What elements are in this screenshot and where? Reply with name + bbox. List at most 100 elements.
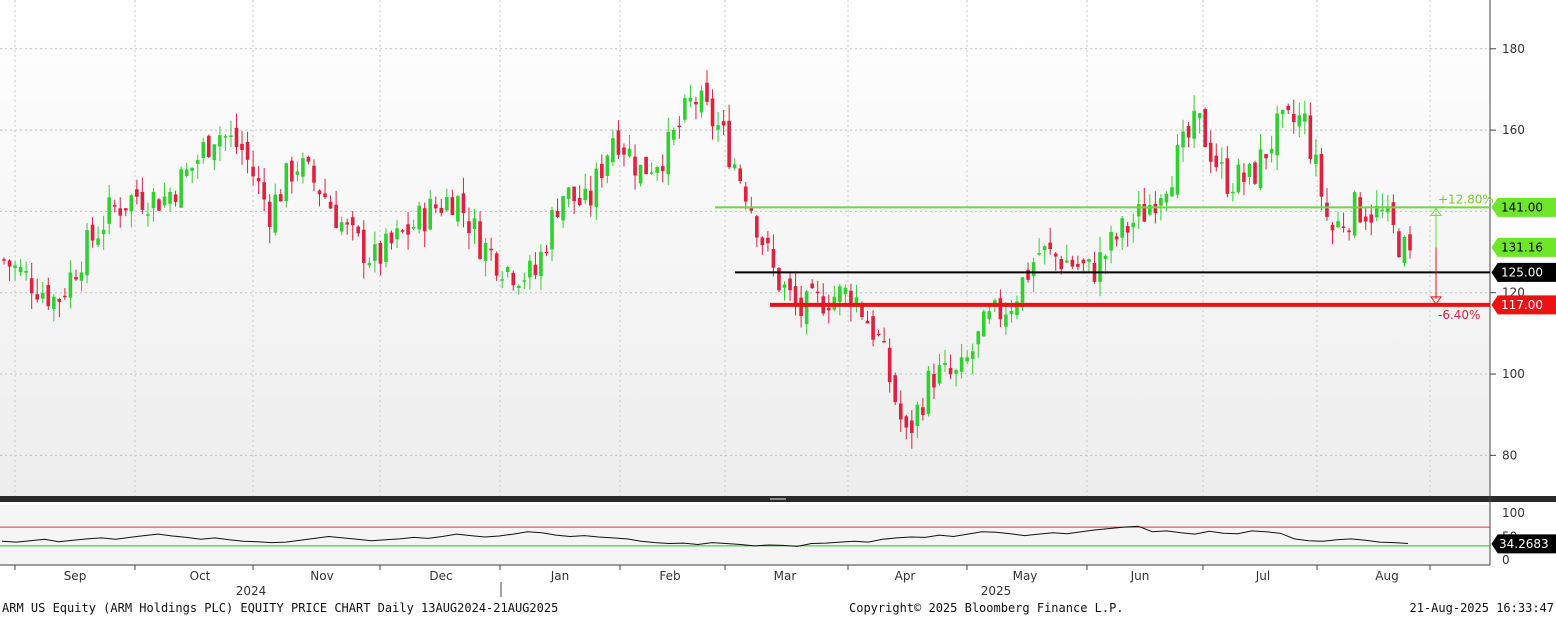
candle-body [2,259,6,261]
candle-body [1402,236,1407,264]
candle-body [1380,209,1385,212]
candle-body [815,291,820,294]
x-month-label: Dec [429,569,452,583]
candle-body [954,370,958,374]
candle-body [400,230,405,232]
candle-body [422,208,427,232]
candle-body [35,294,40,300]
tag-rsi-value: 34.2683 [1499,537,1549,551]
candle-body [212,144,217,161]
candle-body [140,192,145,210]
candle-body [1347,230,1351,233]
y-tick-label: 100 [1502,367,1525,381]
candle-body [1352,192,1357,236]
tag-125: 125.00 [1501,265,1543,279]
candle-body [1242,172,1246,182]
x-month-label: Mar [774,569,797,583]
candle-body [577,197,582,206]
candle-body [40,292,45,299]
candle-body [123,208,128,211]
candle-body [1208,142,1213,162]
candle-body [1009,310,1014,314]
candle-body [1059,258,1064,270]
candle-body [766,237,770,244]
candle-body [1181,131,1185,148]
candle-body [151,191,156,209]
candle-body [970,351,975,359]
candle-body [472,218,477,229]
candle-body [1297,115,1302,127]
candle-body [998,298,1003,320]
candle-body [638,164,643,184]
candle-body [981,311,986,337]
x-month-label: Jan [550,569,570,583]
candle-body [810,283,814,289]
candle-body [932,374,936,388]
candle-body [616,130,621,155]
candle-body [350,217,355,226]
candle-body [101,229,106,235]
x-month-label: Nov [310,569,333,583]
annotation-down-pct: -6.40% [1438,308,1480,322]
candle-body [544,251,549,254]
candle-body [157,199,161,211]
candle-body [63,295,67,298]
candle-body [566,187,571,199]
candle-body [478,221,482,259]
candle-body [1053,253,1058,257]
rsi-tick-label: 100 [1502,506,1525,520]
candle-body [555,210,560,218]
candle-body [494,253,499,276]
candle-body [1280,110,1285,115]
candle-body [1164,193,1169,203]
candle-body [838,286,842,303]
candle-body [1026,269,1030,280]
candle-body [716,125,720,130]
candle-body [1203,109,1207,148]
candle-body [1247,164,1252,177]
candle-body [262,182,266,200]
candle-body [356,226,361,234]
candle-body [755,216,759,238]
annotation-up-pct: +12.80% [1438,192,1494,206]
candle-body [1197,113,1202,119]
candle-body [533,264,538,276]
x-month-label: Oct [190,569,211,583]
candle-body [600,163,604,179]
candle-body [1363,216,1368,222]
candle-body [921,407,925,415]
candle-body [345,222,349,225]
candle-body [1231,191,1235,194]
candle-body [660,166,665,172]
candle-body [1214,155,1219,168]
candle-body [505,267,510,272]
candle-body [295,171,300,175]
candle-body [1286,105,1291,111]
candle-body [793,286,798,304]
candle-body [943,362,947,366]
candle-body [129,195,134,212]
candle-body [1408,234,1412,251]
candle-body [373,244,377,261]
candle-body [611,138,615,163]
candle-body [583,188,588,201]
candle-body [162,196,167,206]
candle-body [948,368,953,375]
candle-body [1103,255,1108,260]
candle-body [256,178,261,182]
candle-body [489,248,493,251]
candle-body [694,101,698,105]
candle-body [367,262,372,266]
candle-body [1125,226,1130,233]
candle-body [85,230,89,276]
candle-body [273,194,278,233]
tag-141: 141.00 [1501,200,1543,214]
candle-body [1219,162,1224,164]
candle-body [1175,145,1180,195]
candle-body [1081,259,1086,264]
candle-body [1325,202,1329,217]
candle-body [146,214,150,216]
candle-body [1186,125,1191,138]
candle-body [937,365,942,384]
candle-body [323,193,327,198]
